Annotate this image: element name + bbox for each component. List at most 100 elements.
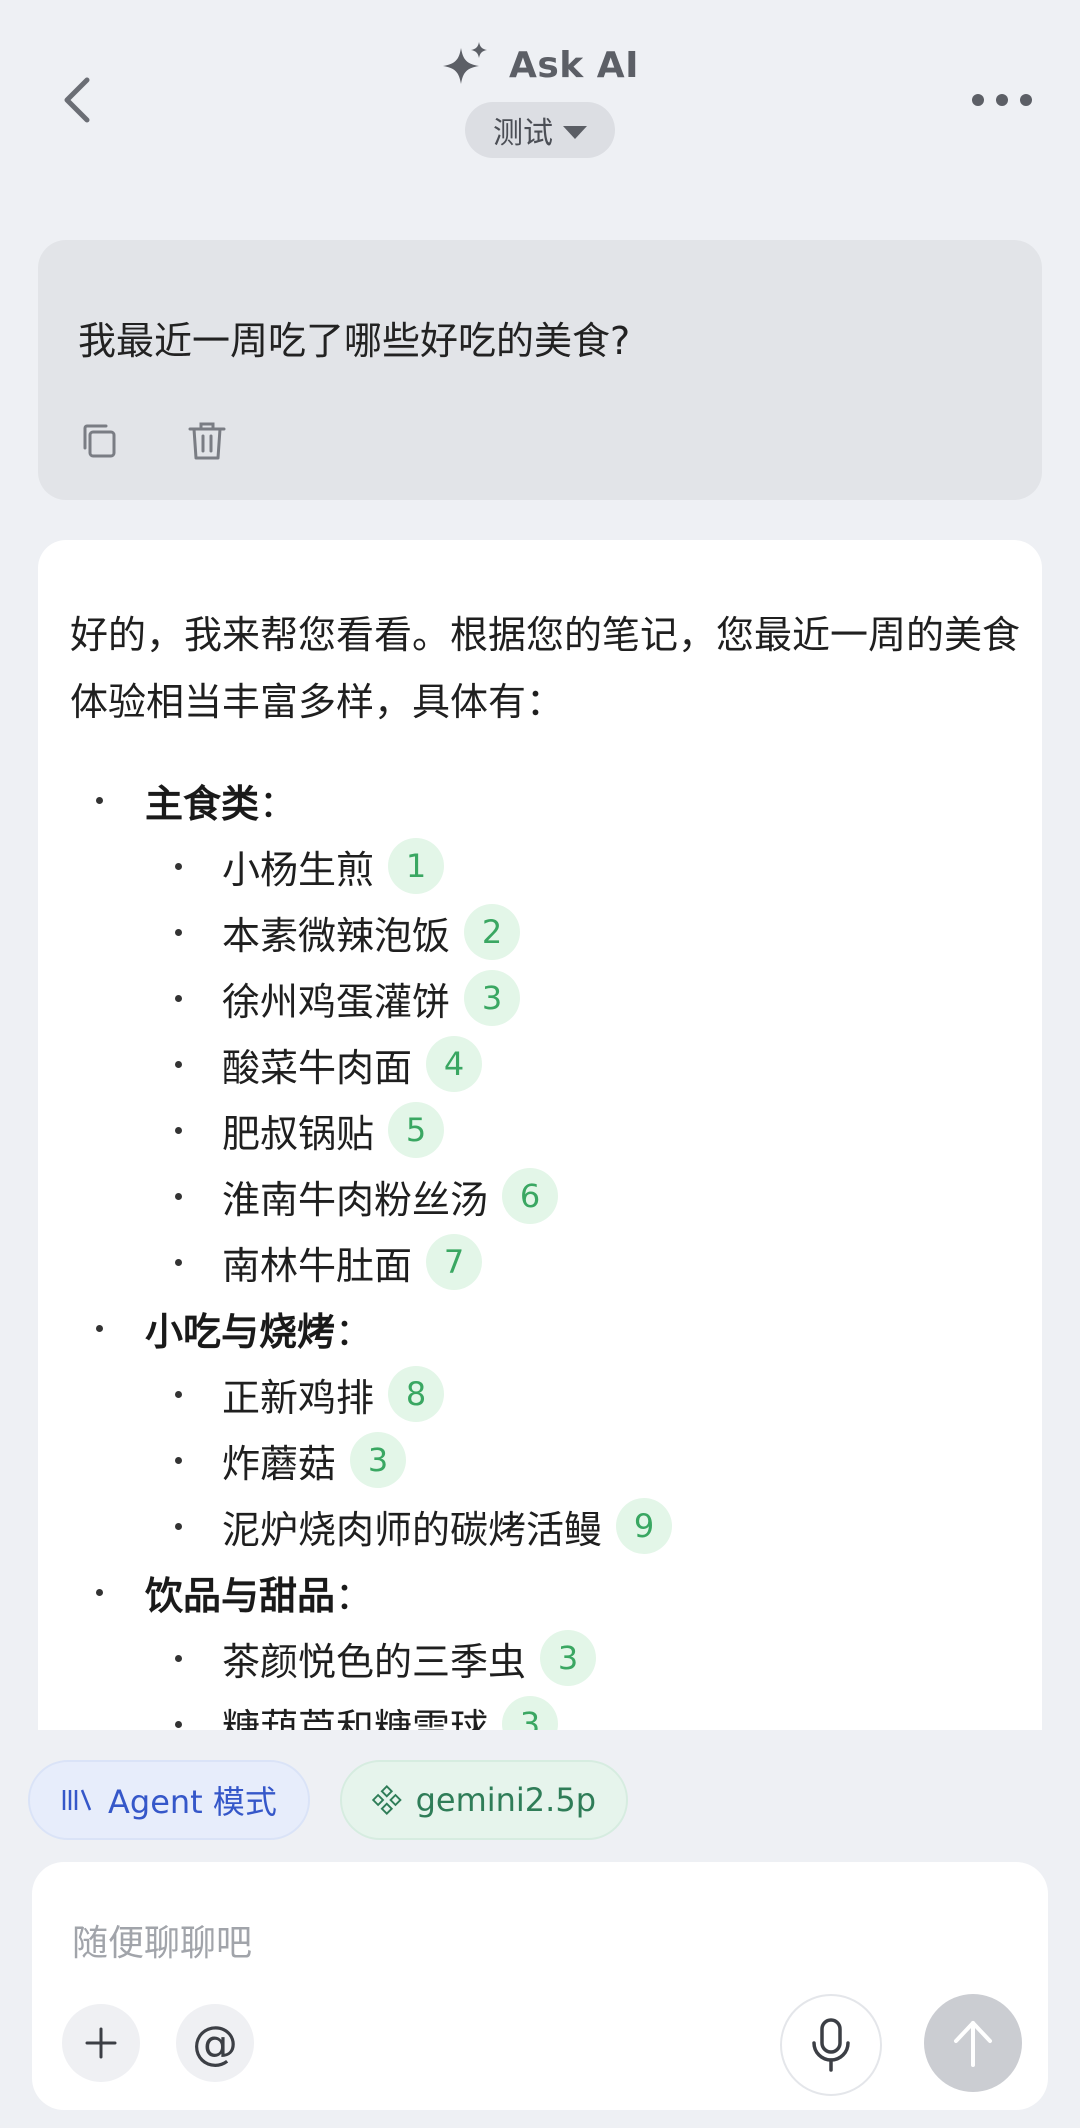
model-chip[interactable]: gemini2.5p [340,1760,628,1840]
bullet [175,1258,182,1266]
model-label: gemini2.5p [415,1781,596,1819]
list-item: 本素微辣泡饭 2 [38,899,1042,965]
copy-icon[interactable] [76,418,122,464]
item-label: 小杨生煎 [222,847,375,892]
item-label: 南林牛肚面 [222,1243,413,1288]
sparkle-icon [442,42,487,84]
list-item: 酸菜牛肉面 4 [38,1031,1042,1097]
item-label: 淮南牛肉粉丝汤 [222,1177,489,1222]
knowledge-base-label: 测试 [493,116,553,151]
category-label: 小吃与烧烤： [145,1301,373,1356]
item-content: 糖葫芦和糖雪球 3 [222,1696,559,1731]
send-button[interactable] [924,1994,1022,2092]
list-item: 茶颜悦色的三季虫 3 [38,1625,1042,1691]
item-content: 本素微辣泡饭 2 [222,904,521,960]
item-content: 茶颜悦色的三季虫 3 [222,1630,597,1686]
item-content: 酸菜牛肉面 4 [222,1036,483,1092]
bullet [175,1456,182,1464]
citation-badge[interactable]: 2 [464,904,521,960]
item-content: 炸蘑菇 3 [222,1432,407,1488]
list-item: 南林牛肚面 7 [38,1229,1042,1295]
category-title: 小吃与烧烤 [145,1309,336,1354]
citation-badge[interactable]: 6 [502,1168,559,1224]
item-label: 糖葫芦和糖雪球 [222,1705,489,1731]
list-item: 肥叔锅贴 5 [38,1097,1042,1163]
citation-badge[interactable]: 3 [502,1696,559,1730]
model-icon [372,1785,402,1815]
title-row: Ask AI [0,40,1080,90]
list-item: 徐州鸡蛋灌饼 3 [38,965,1042,1031]
category-item: 饮品与甜品： [38,1559,1042,1625]
mention-button[interactable]: @ [176,2004,254,2082]
bullet [175,1390,182,1398]
list-item: 糖葫芦和糖雪球 3 [38,1691,1042,1730]
voice-button[interactable] [780,1994,882,2096]
category-label: 主食类： [145,773,297,828]
citation-badge[interactable]: 8 [388,1366,445,1422]
item-content: 徐州鸡蛋灌饼 3 [222,970,521,1026]
answer-intro: 好的，我来帮您看看。根据您的笔记，您最近一周的美食体验相当丰富多样，具体有： [70,613,1021,724]
category-label: 饮品与甜品： [145,1565,373,1620]
citation-badge[interactable]: 3 [464,970,521,1026]
trash-icon[interactable] [184,418,230,464]
item-content: 南林牛肚面 7 [222,1234,483,1290]
bullet [96,1324,103,1332]
list-item: 淮南牛肉粉丝汤 6 [38,1163,1042,1229]
add-button[interactable] [62,2004,140,2082]
item-content: 泥炉烧肉师的碳烤活鳗 9 [222,1498,673,1554]
plus-icon [85,2027,117,2059]
category-item: 小吃与烧烤： [38,1295,1042,1361]
item-label: 正新鸡排 [222,1375,375,1420]
microphone-icon [812,2018,850,2072]
caret-down-icon [563,125,587,139]
header: Ask AI 测试 [0,0,1080,170]
arrow-up-icon [954,2021,992,2067]
bullet [175,1720,182,1728]
knowledge-base-selector[interactable]: 测试 [465,102,615,158]
bullet [175,1654,182,1662]
item-label: 炸蘑菇 [222,1441,337,1486]
answer-list: 主食类： 小杨生煎 1 本素微辣泡饭 2 徐州鸡蛋灌饼 3 酸菜牛肉面 4 肥叔锅贴 5 淮南牛肉粉丝… [38,767,1042,1730]
bullet [175,994,182,1002]
citation-badge[interactable]: 5 [388,1102,445,1158]
category-item: 主食类： [38,767,1042,833]
bullet [96,796,103,804]
list-item: 炸蘑菇 3 [38,1427,1042,1493]
bullet [175,1060,182,1068]
user-message-card: 我最近一周吃了哪些好吃的美食? [38,240,1042,500]
category-colon: ： [335,1573,374,1618]
at-icon: @ [192,2016,238,2070]
agent-mode-chip[interactable]: Agent 模式 [28,1760,310,1840]
category-colon: ： [335,1309,374,1354]
list-item: 泥炉烧肉师的碳烤活鳗 9 [38,1493,1042,1559]
message-actions [76,418,230,464]
item-label: 本素微辣泡饭 [222,913,451,958]
more-button[interactable] [972,90,1032,110]
citation-badge[interactable]: 9 [616,1498,673,1554]
bullet [96,1588,103,1596]
category-title: 主食类 [145,781,260,826]
item-content: 小杨生煎 1 [222,838,445,894]
bullet [175,1522,182,1530]
page-title: Ask AI [508,44,640,86]
bullet [175,862,182,870]
citation-badge[interactable]: 4 [426,1036,483,1092]
chat-input-box[interactable]: 随便聊聊吧 @ [32,1862,1048,2110]
item-content: 淮南牛肉粉丝汤 6 [222,1168,559,1224]
item-label: 泥炉烧肉师的碳烤活鳗 [222,1507,603,1552]
citation-badge[interactable]: 7 [426,1234,483,1290]
citation-badge[interactable]: 3 [350,1432,407,1488]
bullet [175,1192,182,1200]
ai-answer-card: 好的，我来帮您看看。根据您的笔记，您最近一周的美食体验相当丰富多样，具体有： 主… [38,540,1042,1730]
item-label: 酸菜牛肉面 [222,1045,413,1090]
item-label: 茶颜悦色的三季虫 [222,1639,527,1684]
list-item: 正新鸡排 8 [38,1361,1042,1427]
category-title: 饮品与甜品 [145,1573,336,1618]
citation-badge[interactable]: 1 [388,838,445,894]
bullet [175,928,182,936]
item-content: 肥叔锅贴 5 [222,1102,445,1158]
citation-badge[interactable]: 3 [540,1630,597,1686]
chat-input-placeholder[interactable]: 随便聊聊吧 [72,1914,252,1966]
category-colon: ： [259,781,298,826]
user-message-text: 我最近一周吃了哪些好吃的美食? [78,319,631,363]
